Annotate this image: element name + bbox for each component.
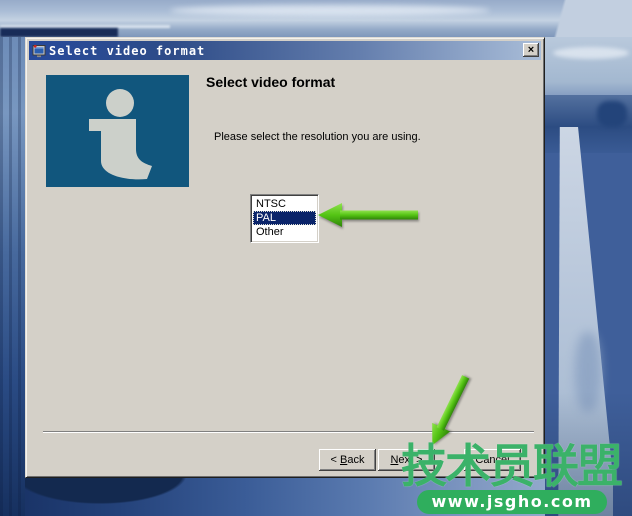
back-label: < (331, 454, 340, 466)
watermark-brand: 技术员联盟 (401, 441, 621, 491)
close-button[interactable]: × (523, 43, 539, 57)
background-dark-band (0, 28, 118, 37)
setup-window-icon (32, 44, 46, 58)
window-title: Select video format (49, 44, 205, 58)
listbox-option-other[interactable]: Other (253, 225, 316, 239)
titlebar[interactable]: Select video format × (29, 41, 541, 60)
video-format-listbox: NTSC PAL Other (250, 194, 319, 243)
background-blob (597, 101, 627, 127)
page-title: Select video format (206, 74, 335, 90)
back-button[interactable]: < Back (319, 449, 376, 471)
background-left-strip (0, 37, 26, 516)
background-marking (575, 332, 601, 412)
back-label-rest: ack (347, 454, 364, 466)
info-i-glyph (46, 75, 189, 187)
cloud-shape (553, 47, 629, 59)
background-horizon-band (545, 95, 632, 153)
instruction-text: Please select the resolution you are usi… (214, 131, 421, 143)
dialog-select-video-format: Select video format × Select video forma… (25, 37, 545, 478)
pal-pointer-arrow-icon (316, 201, 420, 229)
background-sky (545, 37, 632, 101)
info-icon (46, 75, 189, 187)
desktop: Select video format × Select video forma… (0, 0, 632, 516)
watermark-url: www.jsgho.com (417, 490, 607, 514)
listbox-option-ntsc[interactable]: NTSC (253, 197, 316, 211)
listbox-option-pal[interactable]: PAL (253, 211, 316, 225)
background-corner-shape (502, 0, 632, 37)
cloud-shape (170, 5, 490, 16)
background-sky-strip (0, 0, 632, 37)
button-separator (43, 431, 534, 432)
